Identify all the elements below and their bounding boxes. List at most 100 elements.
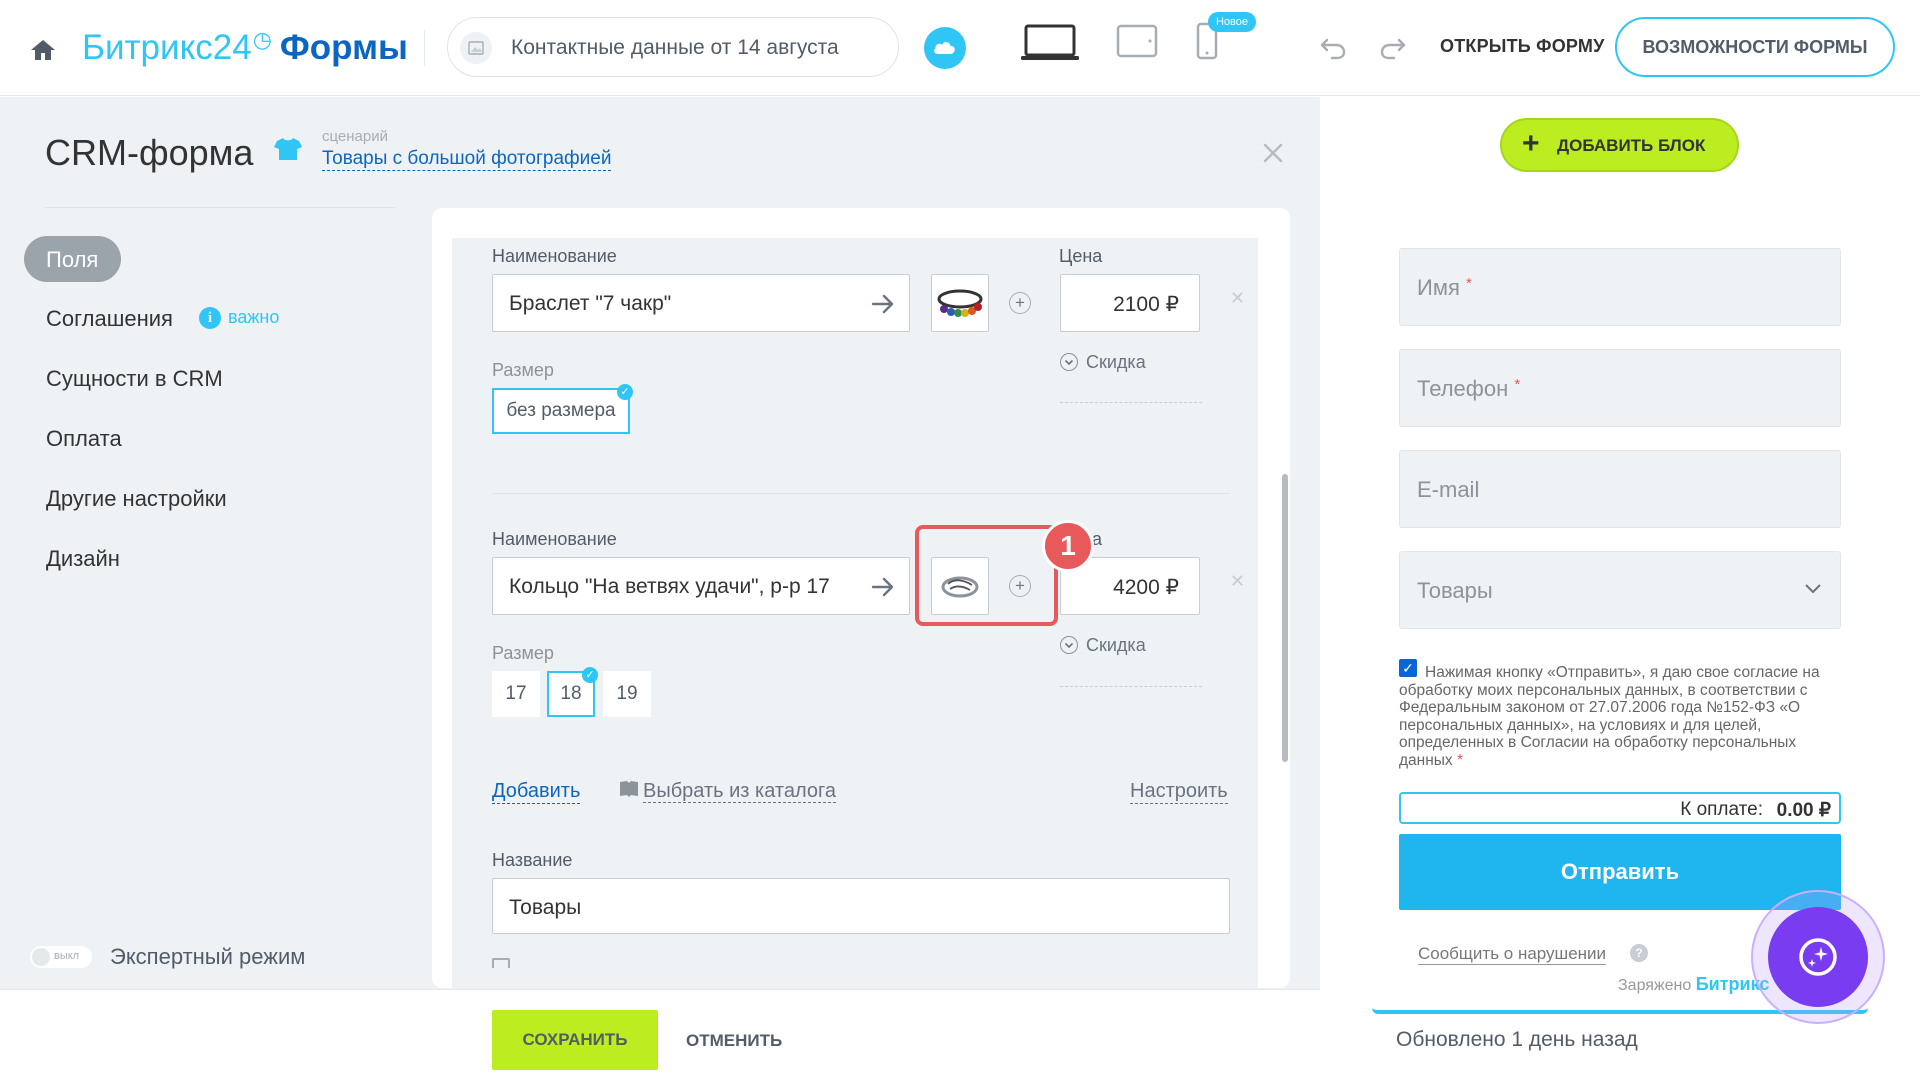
nav-item-design[interactable]: Дизайн — [46, 546, 120, 572]
product-image[interactable] — [931, 274, 989, 332]
report-abuse-link[interactable]: Сообщить о нарушении — [1418, 944, 1607, 965]
price-label: Цена — [1059, 246, 1103, 266]
block-title-value: Товары — [509, 896, 582, 919]
important-badge[interactable]: важно — [228, 307, 279, 328]
nav-item-label: Поля — [46, 247, 99, 272]
tablet-view-icon[interactable] — [1116, 24, 1158, 58]
amount-due-label: К оплате: — [1680, 799, 1763, 820]
last-updated-text: Обновлено 1 день назад — [1396, 1028, 1638, 1051]
block-title-input[interactable]: Товары — [492, 878, 1230, 934]
amount-due-field: К оплате: 0.00 ₽ — [1399, 792, 1841, 824]
add-block-label: ДОБАВИТЬ БЛОК — [1557, 136, 1706, 155]
toggle-state: выкл — [54, 950, 80, 962]
products-select[interactable]: Товары — [1399, 551, 1841, 629]
add-image-button[interactable]: + — [1009, 292, 1031, 314]
block-title-label: Название — [492, 850, 573, 870]
check-icon: ✓ — [617, 384, 633, 400]
product-name-label: Наименование — [492, 246, 617, 266]
nav-item-crm-entities[interactable]: Сущности в CRM — [46, 366, 223, 392]
name-field[interactable]: Имя * — [1399, 248, 1841, 326]
product-name-input[interactable]: Кольцо "На ветвях удачи", р-р 17 — [492, 557, 910, 615]
close-icon[interactable] — [1262, 142, 1284, 164]
add-product-link[interactable]: Добавить — [492, 780, 581, 804]
products-divider — [492, 493, 1230, 494]
arrow-right-icon[interactable] — [871, 293, 895, 315]
chevron-down-icon — [1060, 353, 1078, 371]
expert-mode-toggle[interactable]: выкл — [30, 946, 92, 968]
powered-by[interactable]: Заряжено Битрикс — [1618, 974, 1769, 995]
required-mark: * — [1514, 376, 1521, 393]
product-name-input[interactable]: Браслет "7 чакр" — [492, 274, 910, 332]
setup-link[interactable]: Настроить — [1130, 780, 1228, 804]
product-name-value: Кольцо "На ветвях удачи", р-р 17 — [509, 575, 830, 598]
submit-button[interactable]: Отправить — [1399, 834, 1841, 910]
nav-item-agreements[interactable]: Соглашения — [46, 306, 173, 332]
scenario-link[interactable]: Товары с большой фотографией — [322, 148, 612, 171]
assistant-button[interactable] — [1768, 907, 1868, 1007]
desktop-view-icon[interactable] — [1020, 24, 1080, 62]
header-divider — [424, 30, 425, 66]
size-label: Размер — [492, 643, 554, 663]
save-button[interactable]: СОХРАНИТЬ — [492, 1010, 658, 1070]
new-badge: Новое — [1208, 12, 1257, 32]
required-mark: * — [1457, 751, 1464, 769]
nav-item-fields[interactable]: Поля — [24, 236, 121, 282]
nav-item-payment[interactable]: Оплата — [46, 426, 122, 452]
help-icon[interactable]: ? — [1630, 944, 1648, 962]
undo-icon[interactable] — [1318, 32, 1348, 62]
cloud-icon[interactable] — [924, 27, 966, 69]
info-icon[interactable]: i — [199, 307, 221, 329]
discount-toggle[interactable]: Скидка — [1060, 635, 1146, 656]
clock-icon: ◷ — [252, 27, 272, 52]
callout-number: 1 — [1042, 520, 1094, 572]
top-header: Битрикс24◷ Формы Контактные данные от 14 … — [0, 0, 1920, 96]
price-value: 4200 ₽ — [1113, 576, 1179, 599]
form-features-button[interactable]: ВОЗМОЖНОСТИ ФОРМЫ — [1615, 17, 1895, 77]
form-name-text: Контактные данные от 14 августа — [511, 36, 839, 59]
size-option[interactable]: 17 — [492, 671, 540, 717]
remove-product-icon[interactable]: ✕ — [1230, 571, 1245, 592]
nav-item-other-settings[interactable]: Другие настройки — [46, 486, 227, 512]
email-field-placeholder: E-mail — [1417, 477, 1480, 502]
arrow-right-icon[interactable] — [871, 576, 895, 598]
chevron-down-icon — [1805, 584, 1821, 594]
discount-label: Скидка — [1086, 635, 1146, 655]
cancel-button[interactable]: ОТМЕНИТЬ — [686, 1031, 782, 1051]
size-option[interactable]: без размера — [492, 388, 630, 434]
remove-product-icon[interactable]: ✕ — [1230, 288, 1245, 309]
redo-icon[interactable] — [1378, 32, 1408, 62]
chevron-down-icon — [1060, 636, 1078, 654]
scenario-caption: сценарий — [322, 128, 388, 145]
form-name-field[interactable]: Контактные данные от 14 августа — [447, 17, 899, 77]
name-field-placeholder: Имя — [1417, 275, 1460, 300]
consent-text: Нажимая кнопку «Отправить», я даю свое с… — [1399, 664, 1841, 769]
check-icon: ✓ — [582, 667, 598, 683]
brand-product: Формы — [279, 28, 408, 67]
choose-from-catalog-link[interactable]: Выбрать из каталога — [619, 780, 836, 803]
nav-divider — [45, 207, 395, 208]
required-mark: * — [1465, 275, 1472, 292]
shirt-icon — [274, 138, 302, 160]
phone-field[interactable]: Телефон * — [1399, 349, 1841, 427]
open-form-button[interactable]: ОТКРЫТЬ ФОРМУ — [1440, 36, 1604, 57]
catalog-link-label: Выбрать из каталога — [643, 780, 836, 803]
price-input[interactable]: 2100 ₽ — [1060, 274, 1200, 332]
consent-checkbox[interactable]: ✓ — [1399, 659, 1417, 677]
discount-divider — [1060, 402, 1202, 403]
products-select-placeholder: Товары — [1417, 578, 1493, 603]
bottom-actions-bar — [0, 989, 1320, 1086]
expert-mode-label: Экспертный режим — [110, 944, 306, 969]
email-field[interactable]: E-mail — [1399, 450, 1841, 528]
discount-toggle[interactable]: Скидка — [1060, 352, 1146, 373]
card-scrollbar[interactable] — [1282, 474, 1288, 762]
size-label: Размер — [492, 360, 554, 380]
add-block-button[interactable]: + ДОБАВИТЬ БЛОК — [1500, 118, 1739, 172]
callout-highlight — [915, 525, 1058, 626]
plus-icon: + — [1522, 127, 1540, 160]
home-icon[interactable] — [30, 38, 56, 62]
size-option[interactable]: 19 — [603, 671, 651, 717]
brand-name: Битрикс24 — [82, 28, 252, 67]
app-logo[interactable]: Битрикс24◷ Формы — [82, 27, 408, 68]
book-icon — [620, 781, 638, 797]
partial-checkbox[interactable] — [492, 958, 510, 968]
